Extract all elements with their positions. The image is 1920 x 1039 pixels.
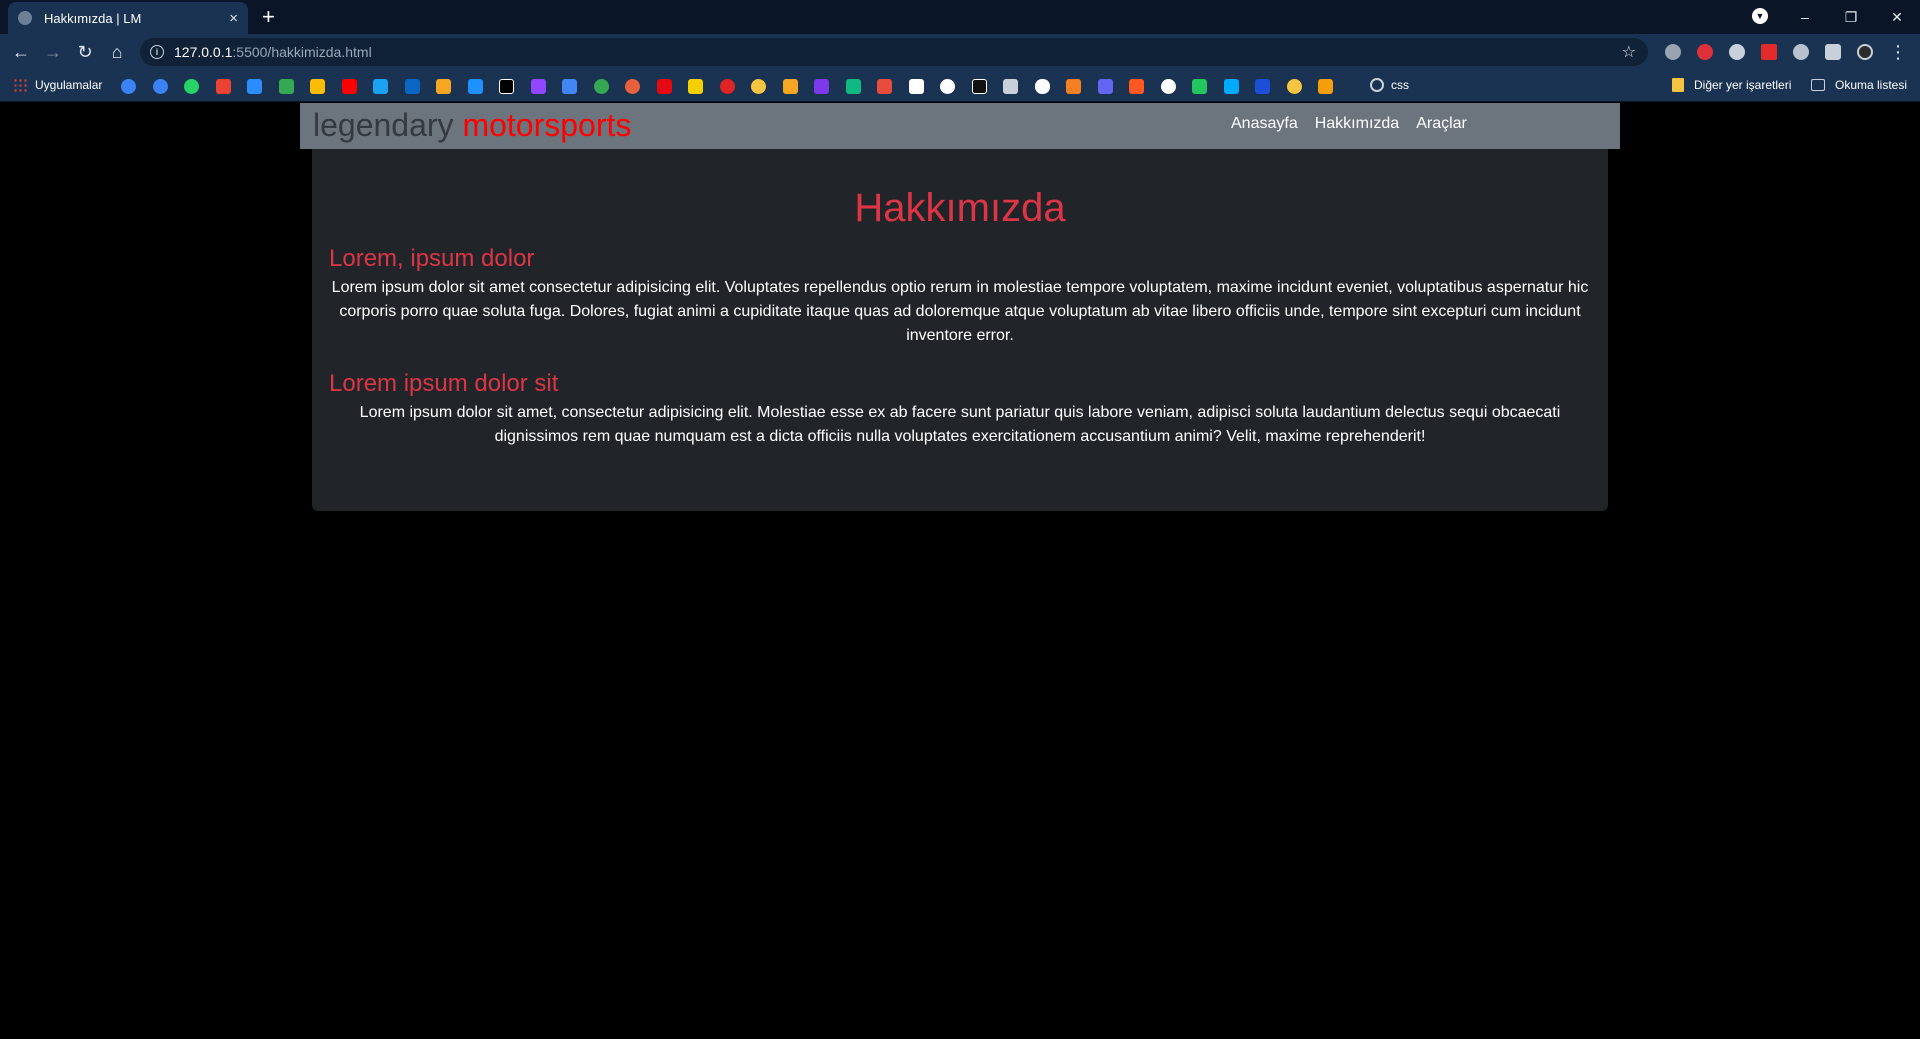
restore-button[interactable]: ❐ [1828, 0, 1874, 34]
bookmark-css-label: css [1391, 78, 1409, 92]
section-paragraph: Lorem ipsum dolor sit amet consectetur a… [331, 279, 1589, 344]
section-paragraph: Lorem ipsum dolor sit amet, consectetur … [359, 404, 1561, 445]
browser-toolbar: ← → ↻ ⌂ i 127.0.0.1:5500/hakkimizda.html… [0, 34, 1920, 70]
zoom-icon[interactable] [247, 79, 262, 94]
url-path: :5500/hakkimizda.html [232, 44, 372, 60]
adblock-icon[interactable] [1697, 44, 1713, 60]
bookmark-icon[interactable] [1003, 79, 1018, 94]
apps-grid-icon [13, 78, 27, 92]
translate-icon[interactable] [562, 79, 577, 94]
folder-icon [1672, 78, 1684, 92]
bookmark-icon[interactable] [625, 79, 640, 94]
extension-icon[interactable] [1793, 44, 1809, 60]
bookmark-icon[interactable] [688, 79, 703, 94]
brand-legendary: legendary [313, 107, 454, 143]
github-icon[interactable] [1160, 79, 1176, 94]
whatsapp-icon[interactable] [184, 79, 199, 94]
other-bookmarks-label: Diğer yer işaretleri [1694, 78, 1792, 92]
bookmark-icon[interactable] [845, 79, 861, 94]
site-info-icon[interactable]: i [150, 45, 164, 59]
maps-icon[interactable] [593, 79, 609, 94]
site-menu: Anasayfa Hakkımızda Araçlar [1231, 115, 1467, 133]
tp-extension-icon[interactable] [1761, 44, 1777, 60]
bookmark-icon[interactable] [152, 79, 168, 94]
bookmarks-bar: Uygulamalar css Diğer yer işaretleri Oku… [0, 70, 1920, 102]
bookmark-icon[interactable] [1192, 79, 1207, 94]
brand-motorsports: motorsports [462, 107, 632, 143]
bookmark-icon[interactable] [467, 79, 483, 94]
bookmark-icon[interactable] [1318, 79, 1333, 94]
profile-avatar[interactable] [1857, 44, 1873, 60]
bookmark-icon[interactable] [1286, 79, 1302, 94]
nav-link-araclar[interactable]: Araçlar [1416, 115, 1467, 133]
content-card: Hakkımızda Lorem, ipsum dolor Lorem ipsu… [312, 149, 1608, 511]
tab-title: Hakkımızda | LM [44, 10, 142, 26]
nav-link-hakkimizda[interactable]: Hakkımızda [1315, 115, 1399, 133]
twitter-icon[interactable] [373, 79, 388, 94]
stackoverflow-icon[interactable] [1066, 79, 1081, 94]
extension-icon[interactable] [1665, 44, 1681, 60]
browser-tab-bar: Hakkımızda | LM × + ▼ – ❐ ✕ [0, 0, 1920, 34]
youtube-icon[interactable] [341, 79, 357, 94]
reading-list[interactable]: Okuma listesi [1811, 78, 1907, 92]
site-navbar: legendary motorsports Anasayfa Hakkımızd… [300, 103, 1620, 149]
reading-list-icon [1811, 79, 1825, 91]
bookmark-icon[interactable] [782, 79, 798, 94]
medium-icon[interactable] [1034, 79, 1050, 94]
bookmark-icon[interactable] [121, 79, 136, 94]
bookmark-icon[interactable] [1255, 79, 1270, 94]
bookmark-icon[interactable] [436, 79, 451, 94]
twitch-icon[interactable] [530, 79, 546, 94]
bookmark-star-icon[interactable]: ☆ [1622, 42, 1636, 62]
minimize-button[interactable]: – [1782, 0, 1828, 34]
bookmark-icon[interactable] [751, 79, 766, 94]
page-viewport: legendary motorsports Anasayfa Hakkımızd… [0, 103, 1920, 1039]
reload-icon[interactable]: ↻ [73, 40, 97, 64]
other-bookmarks-folder[interactable]: Diğer yer işaretleri [1672, 78, 1791, 92]
gear-extension-icon[interactable] [1729, 44, 1745, 60]
kebab-menu-icon[interactable]: ⋮ [1886, 40, 1910, 64]
bookmark-css[interactable]: css [1370, 78, 1409, 92]
puzzle-extensions-icon[interactable] [1825, 44, 1841, 60]
bookmark-icon[interactable] [940, 79, 955, 94]
bookmark-icon[interactable] [719, 79, 735, 94]
bookmark-icon[interactable] [908, 79, 924, 94]
browser-tab[interactable]: Hakkımızda | LM × [8, 2, 248, 34]
back-arrow-icon[interactable]: ← [9, 40, 33, 64]
bookmark-icon[interactable] [1097, 79, 1113, 94]
globe-icon [1370, 78, 1384, 92]
close-window-button[interactable]: ✕ [1874, 0, 1920, 34]
bookmark-icon[interactable] [499, 79, 514, 94]
bookmark-icon[interactable] [971, 79, 987, 94]
bookmark-icon[interactable] [877, 79, 892, 94]
linkedin-icon[interactable] [404, 79, 420, 94]
tab-close-icon[interactable]: × [229, 10, 238, 27]
home-icon[interactable]: ⌂ [105, 40, 129, 64]
bookmark-apps-label: Uygulamalar [35, 78, 103, 92]
page-title: Hakkımızda [854, 186, 1066, 230]
site-brand[interactable]: legendary motorsports [313, 105, 631, 145]
address-bar[interactable]: i 127.0.0.1:5500/hakkimizda.html ☆ [140, 38, 1648, 66]
bootstrap-icon[interactable] [814, 79, 829, 94]
reading-list-label: Okuma listesi [1835, 78, 1908, 92]
gmail-icon[interactable] [215, 79, 231, 94]
bookmark-apps[interactable]: Uygulamalar [13, 78, 102, 92]
url-host: 127.0.0.1 [174, 44, 233, 60]
forward-arrow-icon[interactable]: → [41, 40, 65, 64]
section-heading: Lorem ipsum dolor sit [329, 370, 559, 397]
bookmark-icon[interactable] [1223, 79, 1239, 94]
netflix-icon[interactable] [656, 79, 672, 94]
section-heading: Lorem, ipsum dolor [329, 245, 535, 272]
bookmark-icon-list [121, 79, 1350, 94]
media-control-icon[interactable]: ▼ [1752, 8, 1768, 24]
globe-favicon-icon [18, 11, 32, 25]
nav-link-anasayfa[interactable]: Anasayfa [1231, 115, 1298, 133]
photos-icon[interactable] [310, 79, 325, 94]
bookmark-icon[interactable] [1129, 79, 1144, 94]
drive-icon[interactable] [278, 79, 294, 94]
new-tab-button[interactable]: + [262, 4, 275, 30]
